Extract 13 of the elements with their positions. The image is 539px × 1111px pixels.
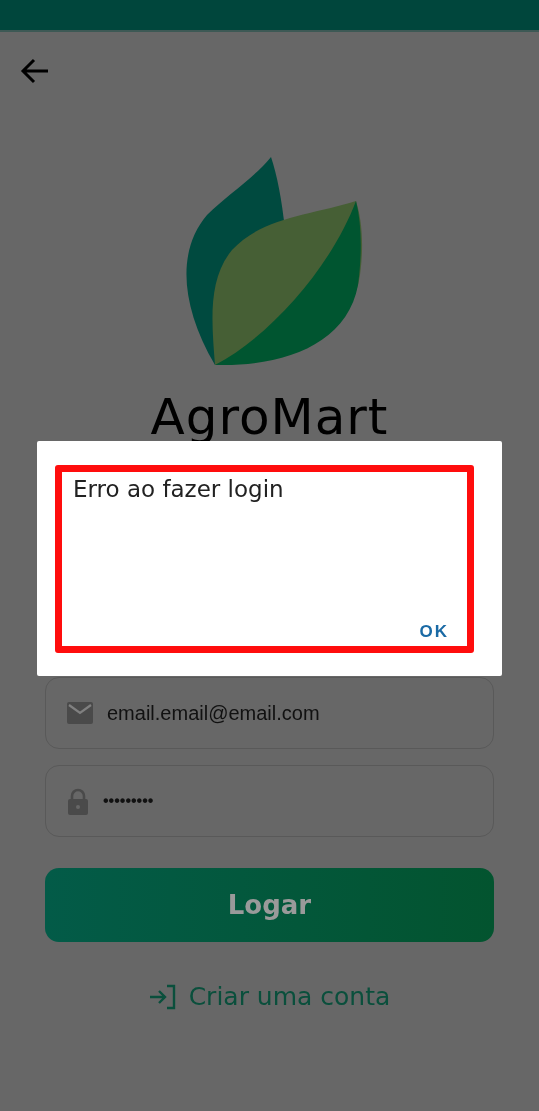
back-button[interactable] xyxy=(20,58,50,84)
create-account-text: Criar uma conta xyxy=(188,982,391,1011)
app-title: AgroMart xyxy=(150,387,389,447)
envelope-icon xyxy=(67,702,93,724)
error-message: Erro ao fazer login xyxy=(73,476,284,502)
create-account-link[interactable]: Criar uma conta xyxy=(148,982,391,1011)
login-button[interactable]: Logar xyxy=(45,868,494,942)
ok-button[interactable]: OK xyxy=(415,620,453,644)
sign-in-icon xyxy=(148,983,177,1010)
back-arrow-icon xyxy=(20,58,50,84)
lock-icon xyxy=(67,787,89,815)
password-field[interactable]: ••••••••• xyxy=(45,765,494,837)
email-field[interactable]: email.email@email.com xyxy=(45,677,494,749)
